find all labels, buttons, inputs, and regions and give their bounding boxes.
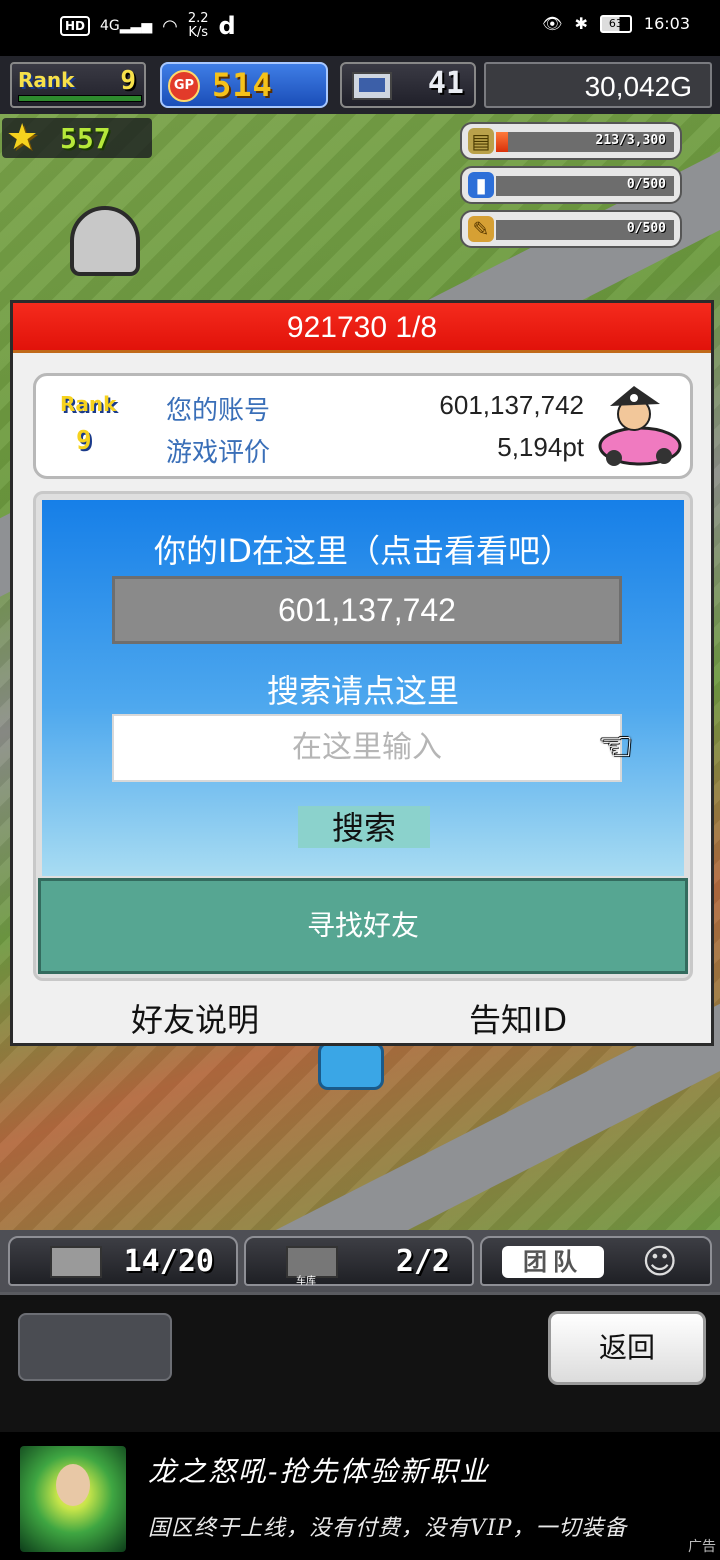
tab-garage[interactable]: 车库 2/2 bbox=[244, 1236, 474, 1287]
search-button[interactable]: 搜索 bbox=[298, 806, 430, 848]
rank-panel[interactable]: Rank 9 bbox=[10, 62, 146, 108]
bottom-tabbar: 14/20 车库 2/2 团队 ☺ bbox=[0, 1230, 720, 1292]
wifi-icon: ◠ bbox=[162, 15, 178, 37]
stars-value: 557 bbox=[60, 122, 111, 155]
fuel-icon: ▤ bbox=[468, 128, 494, 154]
account-id-value: 601,137,742 bbox=[439, 390, 584, 420]
ad-description[interactable]: 国区终于上线，没有付费，没有VIP，一切装备 bbox=[148, 1510, 708, 1542]
tab-team[interactable]: 团队 ☺ bbox=[480, 1236, 712, 1286]
battery-icon: 63 bbox=[599, 14, 632, 33]
dialog-title: 921730 1/8 bbox=[286, 311, 438, 344]
friends-dialog: 921730 1/8 Rank 9 您的账号 601,137,742 游戏评价 … bbox=[10, 300, 714, 1046]
friend-help-link[interactable]: 好友说明 bbox=[131, 995, 259, 1041]
resource-fuel[interactable]: ▤ 213/3,300 bbox=[460, 122, 682, 160]
back-button[interactable]: 返回 bbox=[548, 1311, 706, 1385]
crate-icon bbox=[50, 1246, 102, 1278]
hd-indicator: HD bbox=[60, 16, 91, 36]
ad-banner[interactable]: 龙之怒吼-抢先体验新职业 国区终于上线，没有付费，没有VIP，一切装备 广告 bbox=[0, 1432, 720, 1560]
friend-id-input[interactable]: 在这里输入 bbox=[112, 714, 622, 782]
share-id-link[interactable]: 告知ID bbox=[469, 995, 567, 1041]
my-id-display[interactable]: 601,137,742 bbox=[112, 576, 622, 644]
ad-title[interactable]: 龙之怒吼-抢先体验新职业 bbox=[148, 1450, 489, 1490]
bluetooth-icon: ✱ bbox=[574, 14, 588, 33]
bottom-panel: 返回 bbox=[0, 1292, 720, 1432]
id-prompt: 你的ID在这里（点击看看吧） bbox=[153, 532, 573, 570]
resource-fill bbox=[496, 132, 508, 152]
bottle-icon: ▮ bbox=[468, 172, 494, 198]
account-card: Rank 9 您的账号 601,137,742 游戏评价 5,194pt bbox=[33, 373, 693, 479]
account-rank-label: Rank bbox=[60, 392, 117, 416]
clock: 16:03 bbox=[643, 14, 690, 33]
id-search-panel: 你的ID在这里（点击看看吧） 601,137,742 搜索请点这里 在这里输入 … bbox=[42, 500, 684, 876]
game-hud: Rank 9 GP 514 41 30,042G bbox=[0, 56, 720, 114]
money-panel[interactable]: 30,042G bbox=[484, 62, 712, 108]
rating-value: 5,194pt bbox=[497, 432, 584, 462]
status-bar: HD 4G▂▃▅ ◠ 2.2 K/s d 👁 ✱ 63 16:03 bbox=[0, 0, 720, 56]
ad-character bbox=[56, 1464, 90, 1506]
resource-bottle[interactable]: ▮ 0/500 bbox=[460, 166, 682, 204]
garage-caption: 车库 bbox=[296, 1276, 316, 1287]
storage-count: 14/20 bbox=[123, 1244, 214, 1279]
tank-sprite[interactable] bbox=[318, 1042, 384, 1090]
account-id-label: 您的账号 bbox=[166, 396, 271, 426]
gp-value: 514 bbox=[212, 66, 273, 104]
feather-icon: ✎ bbox=[468, 216, 494, 242]
tab-storage[interactable]: 14/20 bbox=[8, 1236, 238, 1286]
account-rank-value: 9 bbox=[76, 426, 92, 456]
gp-icon: GP bbox=[168, 70, 200, 102]
dialog-header: 921730 1/8 bbox=[13, 303, 711, 353]
resource-count: 0/500 bbox=[626, 177, 666, 192]
rank-progress-bar bbox=[18, 95, 142, 102]
research-value: 41 bbox=[427, 66, 464, 101]
pointing-hand-icon: ☜ bbox=[598, 724, 634, 770]
search-panel-frame: 你的ID在这里（点击看看吧） 601,137,742 搜索请点这里 在这里输入 … bbox=[33, 491, 693, 981]
ad-image[interactable] bbox=[20, 1446, 126, 1552]
team-label: 团队 bbox=[502, 1246, 604, 1278]
rating-label: 游戏评价 bbox=[166, 438, 271, 468]
search-prompt: 搜索请点这里 bbox=[266, 672, 459, 710]
ad-tag: 广告 bbox=[688, 1539, 716, 1555]
staff-avatar-icon: ☺ bbox=[642, 1242, 678, 1282]
vehicle-sprite[interactable] bbox=[70, 206, 140, 276]
rank-label: Rank bbox=[18, 68, 75, 92]
find-friends-button[interactable]: 寻找好友 bbox=[38, 878, 688, 974]
avatar bbox=[598, 386, 682, 466]
app-notification-icon: d bbox=[218, 12, 236, 40]
net-speed: 2.2 K/s bbox=[187, 11, 209, 40]
money-value: 30,042G bbox=[584, 71, 692, 102]
signal-icon: 4G▂▃▅ bbox=[100, 18, 153, 34]
rank-value: 9 bbox=[120, 66, 136, 96]
garage-count: 2/2 bbox=[395, 1244, 450, 1279]
eye-icon: 👁 bbox=[542, 14, 563, 33]
research-panel[interactable]: 41 bbox=[340, 62, 476, 108]
stars-panel[interactable]: ★ 557 bbox=[2, 118, 152, 158]
star-icon: ★ bbox=[6, 117, 39, 158]
computer-icon bbox=[352, 72, 392, 100]
gp-panel[interactable]: GP 514 bbox=[160, 62, 328, 108]
resource-feather[interactable]: ✎ 0/500 bbox=[460, 210, 682, 248]
resource-count: 0/500 bbox=[626, 221, 666, 236]
empty-slot[interactable] bbox=[18, 1313, 172, 1381]
resource-count: 213/3,300 bbox=[595, 133, 666, 148]
